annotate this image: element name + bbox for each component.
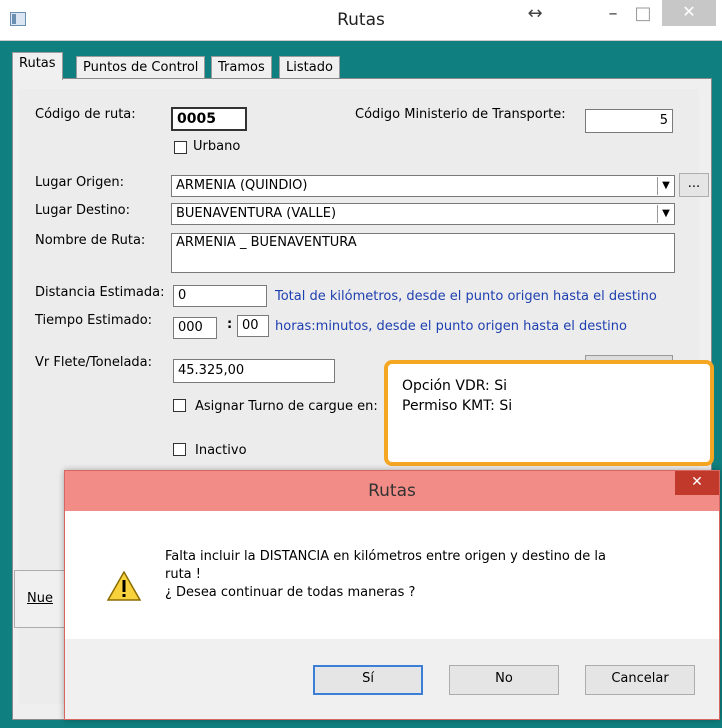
- flete-label: Vr Flete/Tonelada:: [35, 355, 153, 370]
- tooltip-vdr: Opción VDR: Si: [402, 378, 507, 394]
- inactivo-checkbox[interactable]: [173, 443, 186, 456]
- maximize-button[interactable]: □: [628, 0, 658, 30]
- distancia-help: Total de kilómetros, desde el punto orig…: [275, 289, 657, 304]
- dialog-message-line3: ¿ Desea continuar de todas maneras ?: [165, 585, 416, 600]
- codigo-ministerio-label: Código Ministerio de Transporte:: [355, 107, 566, 122]
- chevron-down-icon[interactable]: ▼: [657, 177, 674, 195]
- dialog-title-bar: Rutas ✕: [65, 471, 719, 511]
- title-bar: Rutas ↔ – □ ✕: [0, 0, 722, 41]
- urbano-label: Urbano: [193, 139, 241, 154]
- lugar-origen-label: Lugar Origen:: [35, 175, 125, 190]
- tiempo-label: Tiempo Estimado:: [35, 313, 153, 328]
- nombre-ruta-label: Nombre de Ruta:: [35, 233, 146, 248]
- tooltip-kmt: Permiso KMT: Si: [402, 398, 513, 414]
- flete-input[interactable]: 45.325,00: [173, 359, 335, 383]
- dialog-message-line1: Falta incluir la DISTANCIA en kilómetros…: [165, 549, 606, 564]
- dialog-message-line2: ruta !: [165, 567, 201, 582]
- codigo-ruta-label: Código de ruta:: [35, 107, 136, 122]
- tiempo-separator: :: [227, 317, 233, 332]
- tiempo-minutos-input[interactable]: 00: [237, 315, 269, 337]
- cancelar-button[interactable]: Cancelar: [585, 665, 695, 695]
- confirm-dialog: Rutas ✕ Falta incluir la DISTANCIA en ki…: [64, 470, 720, 720]
- info-tooltip: Opción VDR: Si Permiso KMT: Si: [384, 360, 714, 466]
- tiempo-horas-input[interactable]: 000: [173, 317, 217, 339]
- codigo-ruta-input[interactable]: 0005: [171, 107, 247, 131]
- lugar-destino-value: BUENAVENTURA (VALLE): [176, 206, 337, 221]
- chevron-down-icon[interactable]: ▼: [657, 205, 674, 223]
- dialog-footer: Sí No Cancelar: [65, 639, 719, 719]
- distancia-label: Distancia Estimada:: [35, 285, 165, 300]
- close-button[interactable]: ✕: [662, 0, 716, 26]
- tab-rutas[interactable]: Rutas: [12, 52, 63, 80]
- asignar-turno-label: Asignar Turno de cargue en:: [195, 399, 378, 414]
- warning-icon: [107, 571, 141, 601]
- tab-bar: Rutas Puntos de Control Tramos Listado: [12, 52, 710, 80]
- lugar-origen-select[interactable]: ARMENIA (QUINDIO): [171, 175, 675, 197]
- inactivo-label: Inactivo: [195, 443, 247, 458]
- main-window: Rutas ↔ – □ ✕ Rutas Puntos de Control Tr…: [0, 0, 722, 728]
- codigo-ministerio-input[interactable]: 5: [585, 109, 673, 133]
- urbano-checkbox[interactable]: [174, 141, 187, 154]
- asignar-turno-checkbox[interactable]: [173, 399, 186, 412]
- nombre-ruta-input[interactable]: ARMENIA _ BUENAVENTURA: [171, 233, 675, 273]
- tab-listado[interactable]: Listado: [279, 56, 340, 79]
- no-button[interactable]: No: [449, 665, 559, 695]
- dialog-close-button[interactable]: ✕: [675, 471, 719, 495]
- minimize-button[interactable]: –: [598, 0, 628, 30]
- distancia-input[interactable]: 0: [173, 285, 267, 307]
- lugar-destino-select[interactable]: BUENAVENTURA (VALLE): [171, 203, 675, 225]
- resize-icon[interactable]: ↔: [520, 0, 550, 30]
- tiempo-help: horas:minutos, desde el punto origen has…: [275, 319, 627, 334]
- lugar-origen-value: ARMENIA (QUINDIO): [176, 178, 308, 193]
- ellipsis-button[interactable]: ...: [679, 173, 709, 197]
- dialog-title: Rutas: [368, 481, 416, 501]
- tab-tramos[interactable]: Tramos: [211, 56, 272, 79]
- tab-puntos-control[interactable]: Puntos de Control: [76, 56, 206, 79]
- si-button[interactable]: Sí: [313, 665, 423, 695]
- lugar-destino-label: Lugar Destino:: [35, 203, 131, 218]
